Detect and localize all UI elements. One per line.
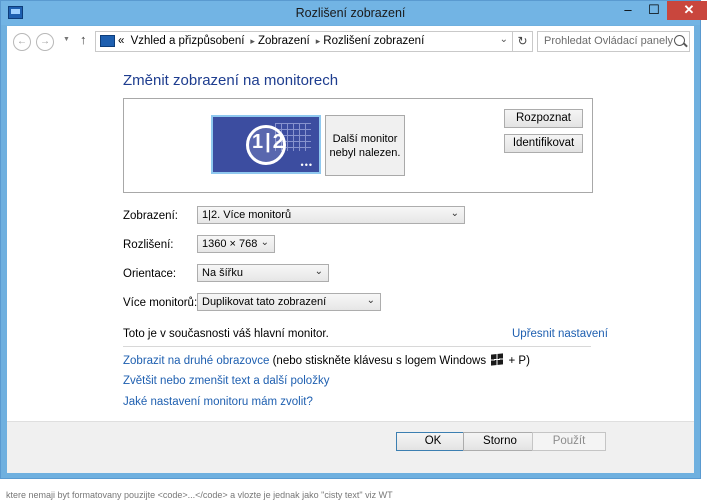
- control-panel-icon: [100, 35, 115, 47]
- refresh-button[interactable]: ↻: [512, 31, 533, 52]
- window-title: Rozlišení zobrazení: [295, 6, 406, 20]
- chevron-down-icon: ⌄: [260, 237, 269, 248]
- resolution-select[interactable]: 1360 × 768 ⌄: [197, 235, 275, 253]
- resolution-select-value: 1360 × 768: [202, 238, 258, 250]
- breadcrumb-item-display[interactable]: Zobrazení: [258, 35, 310, 47]
- forward-button[interactable]: →: [36, 33, 54, 51]
- close-button[interactable]: ✕: [667, 1, 707, 20]
- apply-button: Použít: [532, 432, 606, 451]
- up-button[interactable]: ↑: [80, 32, 87, 47]
- monitor-arrangement-panel: 1|2 ••• Další monitor nebyl nalezen. Roz…: [123, 98, 593, 193]
- background-page-text: ktere nemaji byt formatovany pouzijte <c…: [6, 490, 393, 500]
- back-button[interactable]: ←: [13, 33, 31, 51]
- multiple-displays-select-value: Duplikovat tato zobrazení: [202, 296, 327, 308]
- ok-button[interactable]: OK: [396, 432, 470, 451]
- monitor-dots-icon: •••: [300, 160, 313, 170]
- display-select-value: 1|2. Více monitorů: [202, 209, 292, 221]
- project-hint-shortcut: + P): [508, 355, 530, 367]
- window-content: ← → ▼ ↑ « Vzhled a přizpůsobení ▸ Zobrazen…: [7, 26, 694, 473]
- detect-button[interactable]: Rozpoznat: [504, 109, 583, 128]
- project-row: Zobrazit na druhé obrazovce (nebo stiskn…: [123, 353, 530, 367]
- breadcrumb-item-resolution[interactable]: Rozlišení zobrazení: [323, 35, 424, 47]
- search-icon[interactable]: [674, 35, 685, 46]
- monitor-1-2-tile[interactable]: 1|2 •••: [211, 115, 321, 174]
- main-monitor-info: Toto je v současnosti váš hlavní monitor…: [123, 328, 329, 340]
- dialog-window: Rozlišení zobrazení – ☐ ✕ ← → ▼ ↑ « Vzhl…: [0, 0, 707, 479]
- divider: [123, 346, 591, 347]
- chevron-down-icon[interactable]: ⌄: [500, 34, 508, 45]
- search-placeholder: Prohledat Ovládací panely: [544, 35, 674, 47]
- recent-locations-chevron-icon[interactable]: ▼: [63, 36, 70, 43]
- breadcrumb-item-appearance[interactable]: Vzhled a přizpůsobení: [131, 35, 245, 47]
- orientation-select-value: Na šířku: [202, 267, 243, 279]
- breadcrumb: « Vzhled a přizpůsobení ▸ Zobrazení ▸ Rozliš…: [118, 35, 427, 47]
- cancel-button[interactable]: Storno: [463, 432, 537, 451]
- multiple-displays-label: Více monitorů:: [123, 297, 198, 309]
- page-title: Změnit zobrazení na monitorech: [123, 72, 339, 89]
- chevron-down-icon: ⌄: [366, 295, 375, 306]
- windows-logo-icon: [491, 353, 504, 366]
- chevron-down-icon: ⌄: [314, 266, 323, 277]
- text-size-link[interactable]: Zvětšit nebo zmenšit text a další položk…: [123, 375, 329, 387]
- display-select[interactable]: 1|2. Více monitorů ⌄: [197, 206, 465, 224]
- resolution-label: Rozlišení:: [123, 239, 174, 251]
- dialog-footer: OK Storno Použít: [7, 421, 694, 473]
- advanced-settings-link[interactable]: Upřesnit nastavení: [512, 328, 608, 340]
- display-label: Zobrazení:: [123, 210, 178, 222]
- chevron-down-icon: ⌄: [450, 208, 459, 219]
- chevron-right-icon[interactable]: ▸: [316, 36, 321, 46]
- address-bar[interactable]: « Vzhled a přizpůsobení ▸ Zobrazení ▸ Rozliš…: [95, 31, 513, 52]
- multiple-displays-select[interactable]: Duplikovat tato zobrazení ⌄: [197, 293, 381, 311]
- minimize-button[interactable]: –: [615, 1, 641, 20]
- project-second-screen-link[interactable]: Zobrazit na druhé obrazovce: [123, 355, 269, 367]
- monitor-help-link[interactable]: Jaké nastavení monitoru mám zvolit?: [123, 396, 313, 408]
- identify-button[interactable]: Identifikovat: [504, 134, 583, 153]
- chevron-right-icon[interactable]: ▸: [250, 36, 255, 46]
- search-input[interactable]: Prohledat Ovládací panely: [537, 31, 690, 52]
- breadcrumb-overflow[interactable]: «: [118, 35, 124, 47]
- title-bar[interactable]: Rozlišení zobrazení – ☐ ✕: [1, 1, 707, 25]
- maximize-button[interactable]: ☐: [641, 1, 667, 20]
- project-hint-text: (nebo stiskněte klávesu s logem Windows: [272, 355, 487, 367]
- orientation-select[interactable]: Na šířku ⌄: [197, 264, 329, 282]
- address-bar-row: ← → ▼ ↑ « Vzhled a přizpůsobení ▸ Zobrazen…: [7, 26, 694, 56]
- monitor-not-found-tile: Další monitor nebyl nalezen.: [325, 115, 405, 176]
- monitor-number-label: 1|2: [252, 131, 286, 153]
- orientation-label: Orientace:: [123, 268, 177, 280]
